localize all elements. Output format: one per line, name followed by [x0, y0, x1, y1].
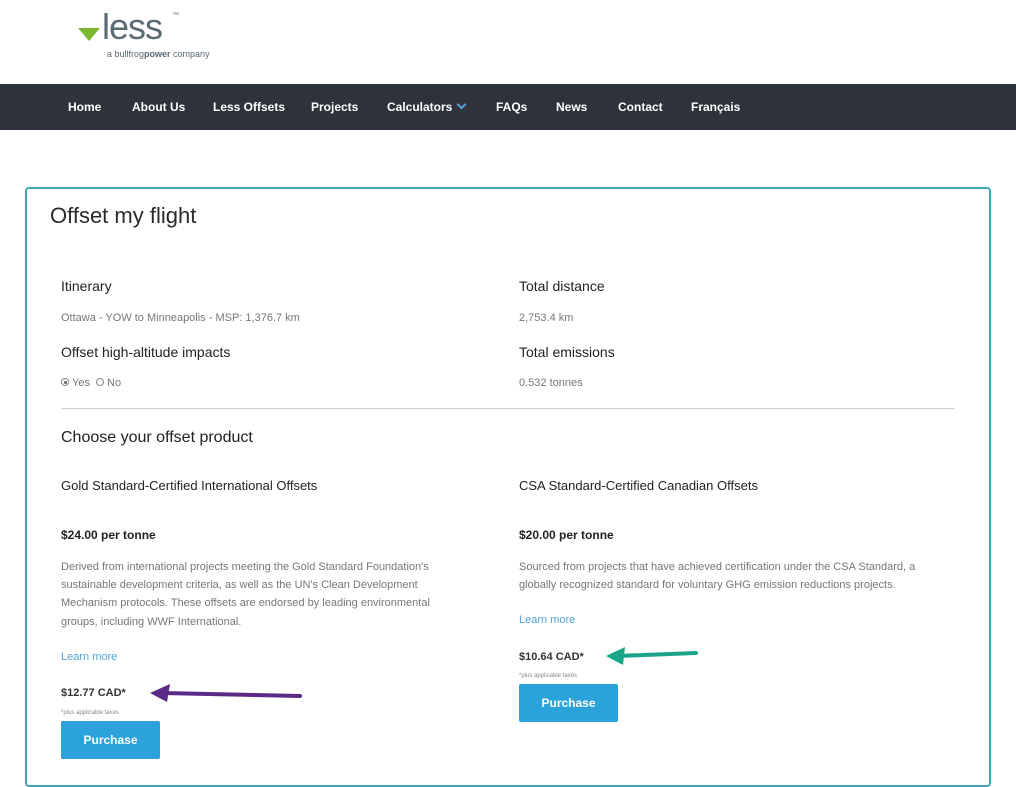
- altitude-no-label: No: [107, 377, 122, 389]
- site-header: less ™ a bullfrogpower company: [0, 0, 1016, 84]
- nav-less-offsets[interactable]: Less Offsets: [213, 84, 285, 130]
- altitude-yes-label: Yes: [72, 377, 90, 389]
- gold-standard-tax-note: *plus applicable taxes: [61, 710, 120, 716]
- main-nav: Home About Us Less Offsets Projects Calc…: [0, 84, 1016, 130]
- csa-standard-title: CSA Standard-Certified Canadian Offsets: [519, 478, 758, 493]
- gold-standard-price: $24.00 per tonne: [61, 528, 156, 542]
- csa-standard-tax-note: *plus applicable taxes: [519, 673, 578, 679]
- csa-standard-purchase-button[interactable]: Purchase: [519, 684, 618, 722]
- logo-tagline: a bullfrogpower company: [107, 49, 210, 59]
- total-emissions-label: Total emissions: [519, 344, 615, 360]
- nav-about-us[interactable]: About Us: [132, 84, 185, 130]
- csa-standard-description: Sourced from projects that have achieved…: [519, 561, 916, 592]
- nav-home[interactable]: Home: [68, 84, 101, 130]
- nav-francais[interactable]: Français: [691, 84, 740, 130]
- logo-trademark: ™: [172, 12, 179, 19]
- section-divider: [61, 408, 955, 409]
- gold-standard-title: Gold Standard-Certified International Of…: [61, 478, 318, 493]
- total-emissions-value: 0.532 tonnes: [519, 377, 583, 389]
- gold-standard-purchase-button[interactable]: Purchase: [61, 721, 160, 759]
- logo-triangle-icon: [78, 28, 100, 41]
- gold-standard-description: Derived from international projects meet…: [61, 561, 430, 628]
- page-title: Offset my flight: [50, 203, 197, 228]
- itinerary-label: Itinerary: [61, 278, 112, 294]
- total-distance-value: 2,753.4 km: [519, 312, 574, 324]
- itinerary-value: Ottawa - YOW to Minneapolis - MSP: 1,376…: [61, 312, 300, 324]
- altitude-radio-group: Yes No: [61, 377, 121, 389]
- gold-standard-learn-more-link[interactable]: Learn more: [61, 651, 117, 663]
- chevron-down-icon: [456, 99, 467, 110]
- less-logo[interactable]: less ™ a bullfrogpower company: [78, 6, 228, 64]
- nav-news[interactable]: News: [556, 84, 587, 130]
- gold-standard-total: $12.77 CAD*: [61, 687, 126, 699]
- total-distance-label: Total distance: [519, 278, 605, 294]
- nav-contact[interactable]: Contact: [618, 84, 663, 130]
- altitude-no-radio[interactable]: [96, 378, 105, 386]
- csa-standard-total: $10.64 CAD*: [519, 651, 584, 663]
- altitude-label: Offset high-altitude impacts: [61, 344, 231, 360]
- altitude-yes-radio[interactable]: [61, 378, 69, 386]
- csa-standard-learn-more-link[interactable]: Learn more: [519, 614, 575, 626]
- csa-standard-price: $20.00 per tonne: [519, 528, 614, 542]
- nav-projects[interactable]: Projects: [311, 84, 358, 130]
- logo-wordmark: less: [102, 6, 163, 47]
- nav-faqs[interactable]: FAQs: [496, 84, 527, 130]
- left-annotation-arrow-icon: [150, 684, 302, 702]
- right-annotation-arrow-icon: [606, 647, 698, 665]
- nav-calculators[interactable]: Calculators: [387, 84, 467, 130]
- choose-product-title: Choose your offset product: [61, 429, 253, 446]
